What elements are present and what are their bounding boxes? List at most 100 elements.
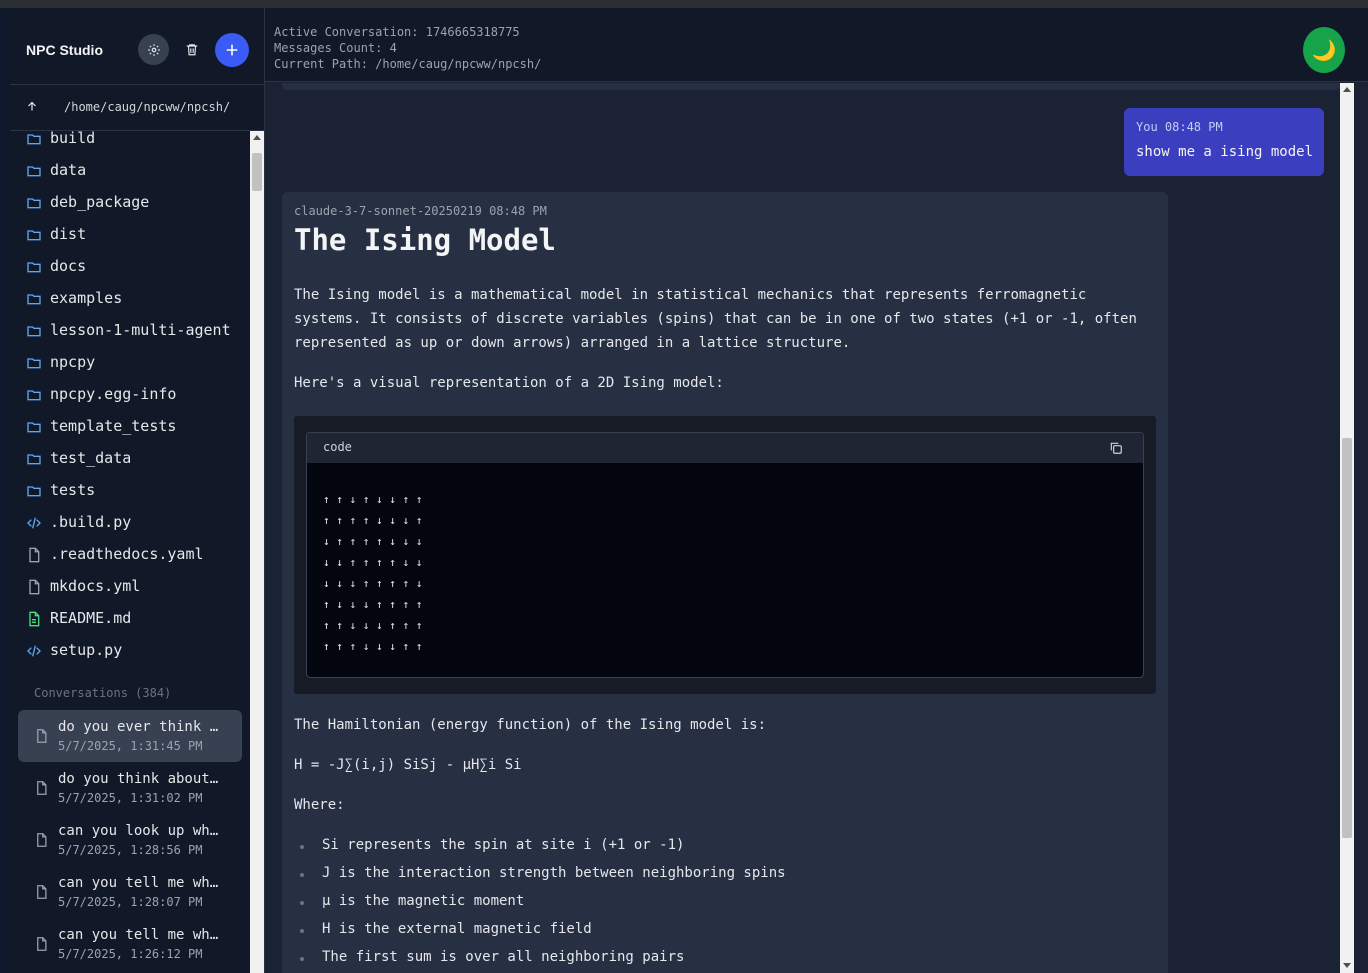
code-language-label: code [323,440,352,454]
scrollbar-thumb[interactable] [252,153,262,191]
formula: H = -J∑(i,j) SiSj - μH∑i Si [294,757,522,773]
folder-icon [27,230,41,241]
settings-button[interactable] [138,34,169,65]
theme-toggle-button[interactable]: 🌙 [1303,27,1345,73]
file-name: mkdocs.yml [50,577,141,595]
scroll-up-arrow[interactable] [253,135,261,140]
folder-icon [27,326,41,337]
file-row[interactable]: .readthedocs.yaml [10,539,250,571]
file-row[interactable]: dist [10,219,250,251]
user-message: You 08:48 PM show me a ising model [1124,108,1324,176]
previous-message [282,83,1340,90]
assistant-message: claude-3-7-sonnet-20250219 08:48 PM The … [282,192,1168,973]
file-row[interactable]: build [10,131,250,155]
file-row[interactable]: setup.py [10,635,250,667]
file-name: setup.py [50,641,123,659]
file-icon [37,833,47,847]
bullet-dot [300,845,304,849]
bullet-dot [300,957,304,961]
app-title: NPC Studio [26,42,103,58]
conversation-item[interactable]: do you ever think about 5/7/2025, 1:31:4… [18,710,242,762]
file-row[interactable]: deb_package [10,187,250,219]
file-icon [37,729,47,743]
go-up-button[interactable] [26,100,38,116]
file-name: README.md [50,609,132,627]
file-name: npcpy [50,353,96,371]
conversations-header: Conversations (384) [34,686,172,700]
file-row[interactable]: mkdocs.yml [10,571,250,603]
scroll-up-arrow[interactable] [1343,87,1351,92]
code-container: code ↑ ↑ ↓ ↑ ↓ ↓ ↑ ↑ ↑ ↑ ↑ ↑ ↓ ↓ ↓ ↑ ↓ ↑… [306,432,1144,678]
file-name: deb_package [50,193,150,211]
file-icon [37,781,47,795]
file-icon [29,579,40,595]
conversation-item[interactable]: do you think about the 5/7/2025, 1:31:02… [18,762,242,814]
scroll-down-arrow[interactable] [1343,963,1351,968]
conversation-date: 5/7/2025, 1:28:56 PM [58,843,203,857]
file-name: examples [50,289,123,307]
file-row[interactable]: npcpy [10,347,250,379]
file-name: data [50,161,87,179]
file-row[interactable]: lesson-1-multi-agent [10,315,250,347]
chat-scrollbar[interactable] [1340,83,1354,973]
code-block: code ↑ ↑ ↓ ↑ ↓ ↓ ↑ ↑ ↑ ↑ ↑ ↑ ↓ ↓ ↓ ↑ ↓ ↑… [294,416,1156,694]
conversation-title: do you ever think about [58,719,222,735]
scrollbar-thumb[interactable] [1342,438,1352,838]
file-row[interactable]: template_tests [10,411,250,443]
message-paragraph: The Ising model is a mathematical model … [294,287,1137,351]
sidebar-header: NPC Studio [10,8,264,85]
copy-code-button[interactable] [1109,440,1123,459]
delete-button[interactable] [176,34,207,65]
folder-icon [27,358,41,369]
file-row[interactable]: README.md [10,603,250,635]
folder-icon [27,198,41,209]
list-item-text: H is the external magnetic field [322,921,592,937]
conversation-title: can you look up what [58,823,222,839]
folder-icon [27,390,41,401]
sidebar-scrollbar[interactable] [250,131,264,973]
chat-area: You 08:48 PM show me a ising model claud… [265,83,1340,973]
message-meta: You 08:48 PM [1136,120,1223,134]
file-row[interactable]: .build.py [10,507,250,539]
file-row[interactable]: data [10,155,250,187]
copy-icon [1110,442,1122,454]
conversation-item[interactable]: can you tell me what 5/7/2025, 1:26:12 P… [18,918,242,970]
conversation-date: 5/7/2025, 1:31:45 PM [58,739,203,753]
code-file-icon [27,517,41,529]
message-text: show me a ising model [1136,144,1314,160]
conversation-title: can you tell me what [58,927,222,943]
file-row[interactable]: test_data [10,443,250,475]
file-row[interactable]: npcpy.egg-info [10,379,250,411]
current-directory: /home/caug/npcww/npcsh/ [64,100,231,114]
conversation-title: do you think about the [58,771,222,787]
folder-icon [27,486,41,497]
file-row[interactable]: docs [10,251,250,283]
messages-count-label: Messages Count: 4 [274,41,397,55]
folder-icon [27,454,41,465]
file-name: .build.py [50,513,132,531]
folder-icon [27,262,41,273]
conversation-date: 5/7/2025, 1:28:07 PM [58,895,203,909]
file-name: docs [50,257,87,275]
message-meta: claude-3-7-sonnet-20250219 08:48 PM [294,204,547,218]
conversation-date: 5/7/2025, 1:31:02 PM [58,791,203,805]
file-name: lesson-1-multi-agent [50,321,231,339]
path-bar: /home/caug/npcww/npcsh/ [10,85,264,131]
main-panel: Active Conversation: 1746665318775 Messa… [265,8,1368,973]
active-conversation-label: Active Conversation: 1746665318775 [274,25,520,39]
file-row[interactable]: tests [10,475,250,507]
list-item-text: The first sum is over all neighboring pa… [322,949,685,965]
new-conversation-button[interactable] [215,33,249,67]
conversation-item[interactable]: can you tell me what 5/7/2025, 1:28:07 P… [18,866,242,918]
gear-icon [147,43,160,56]
file-icon [29,547,40,563]
file-name: tests [50,481,96,499]
arrow-up-icon [28,101,36,111]
file-name: dist [50,225,87,243]
folder-icon [27,422,41,433]
file-row[interactable]: examples [10,283,250,315]
list-item-text: μ is the magnetic moment [322,893,525,909]
file-icon [37,885,47,899]
current-path-label: Current Path: /home/caug/npcww/npcsh/ [274,57,542,71]
conversation-item[interactable]: can you look up what 5/7/2025, 1:28:56 P… [18,814,242,866]
